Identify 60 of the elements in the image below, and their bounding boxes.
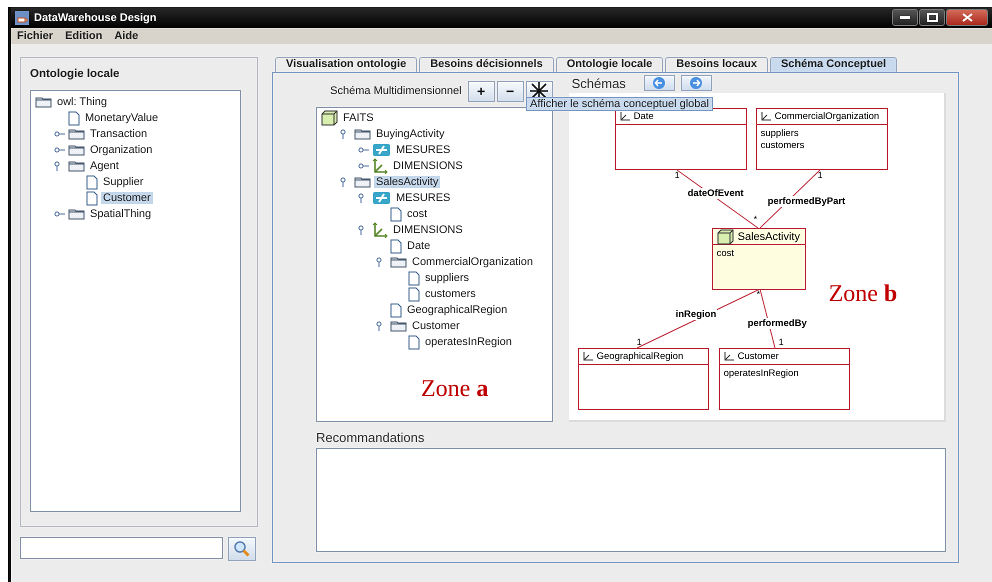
- tree-item[interactable]: customers: [423, 288, 478, 300]
- class-attribute: operatesInRegion: [724, 368, 800, 380]
- tree-item[interactable]: SpatialThing: [88, 208, 154, 220]
- menu-item[interactable]: Edition: [65, 30, 102, 42]
- tree-item[interactable]: Date: [405, 240, 432, 252]
- multiplicity-label: 1: [674, 171, 680, 180]
- zone-label: Zone a: [421, 376, 488, 403]
- association-label: dateOfEvent: [686, 188, 745, 199]
- tab[interactable]: Besoins décisionnels: [419, 57, 554, 72]
- tree-item[interactable]: MESURES: [394, 144, 452, 156]
- association-label: performedBy: [746, 318, 808, 329]
- class-name: GeographicalRegion: [596, 351, 684, 362]
- tab[interactable]: Visualisation ontologie: [275, 57, 418, 72]
- tree-item[interactable]: CommercialOrganization: [410, 256, 536, 268]
- tree-item[interactable]: Customer: [101, 192, 153, 204]
- class-attribute: cost: [716, 248, 736, 260]
- schemas-label: Schémas: [572, 76, 626, 90]
- tree-item[interactable]: Agent: [88, 160, 121, 172]
- multiplicity-label: 1: [636, 338, 642, 347]
- class-name: CommercialOrganization: [774, 111, 880, 122]
- class-name: SalesActivity: [738, 230, 800, 242]
- tree-item[interactable]: Transaction: [88, 128, 150, 140]
- tab[interactable]: Schéma Conceptuel: [770, 57, 898, 72]
- tree-item[interactable]: FAITS: [341, 112, 376, 124]
- class-attribute: suppliers: [760, 128, 800, 140]
- tree-item[interactable]: owl: Thing: [55, 96, 109, 108]
- tree-item[interactable]: Organization: [88, 144, 154, 156]
- tree-item[interactable]: GeographicalRegion: [405, 304, 510, 316]
- multiplicity-label: *: [756, 290, 760, 299]
- tree-item[interactable]: MESURES: [394, 192, 452, 204]
- tree-item[interactable]: Supplier: [101, 176, 146, 188]
- association-label: inRegion: [674, 309, 718, 320]
- multiplicity-label: *: [754, 215, 758, 224]
- tree-item[interactable]: Customer: [410, 320, 462, 332]
- multiplicity-label: 1: [818, 171, 823, 180]
- window-title: DataWarehouse Design: [34, 12, 156, 24]
- association-label: performedByPart: [766, 196, 846, 207]
- tab[interactable]: Besoins locaux: [665, 57, 768, 72]
- menu-item[interactable]: Fichier: [17, 30, 54, 42]
- menu-item[interactable]: Aide: [114, 30, 138, 42]
- tree-item[interactable]: DIMENSIONS: [391, 160, 465, 172]
- tree-item[interactable]: MonetaryValue: [83, 112, 160, 124]
- class-attribute: customers: [760, 140, 806, 152]
- schema-label: Schéma Multidimensionnel: [330, 85, 462, 97]
- panel-title: Ontologie locale: [30, 68, 120, 80]
- class-name: Date: [634, 111, 654, 122]
- recommendations-label: Recommandations: [316, 430, 426, 446]
- multiplicity-label: 1: [778, 338, 784, 347]
- tree-item[interactable]: operatesInRegion: [423, 336, 514, 348]
- zone-label: Zone b: [828, 281, 898, 308]
- tree-item[interactable]: suppliers: [423, 272, 472, 284]
- tree-item[interactable]: cost: [405, 208, 430, 220]
- tree-item[interactable]: DIMENSIONS: [391, 224, 465, 236]
- tooltip: Afficher le schéma conceptuel global: [526, 97, 713, 111]
- tree-item[interactable]: BuyingActivity: [374, 128, 446, 140]
- class-name: Customer: [738, 351, 779, 362]
- tab[interactable]: Ontologie locale: [556, 57, 664, 72]
- tree-item[interactable]: SalesActivity: [374, 176, 440, 188]
- toolbar-button[interactable]: +: [468, 80, 495, 102]
- toolbar-button[interactable]: −: [496, 80, 524, 102]
